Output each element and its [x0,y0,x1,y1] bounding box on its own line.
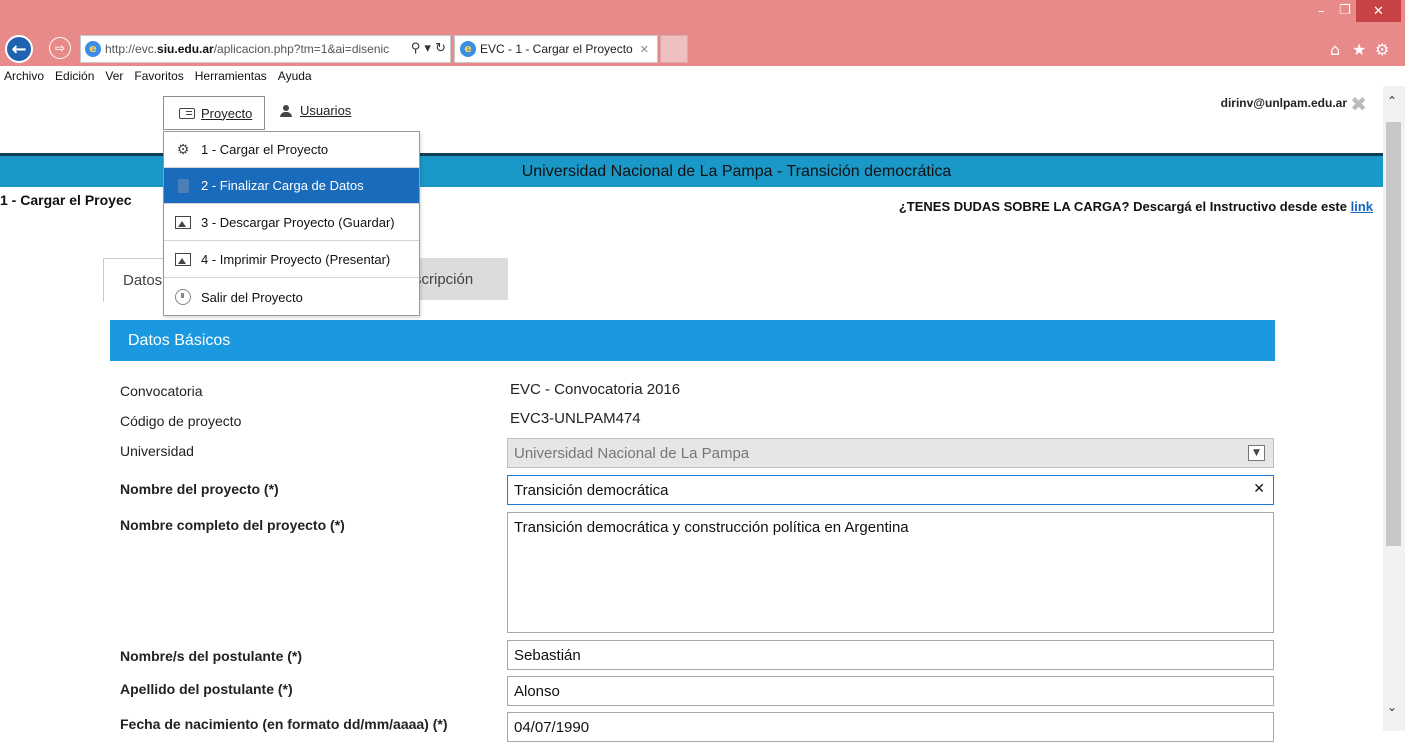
forward-arrow-icon[interactable]: ⇨ [49,37,71,59]
tab-close-icon[interactable]: ✕ [640,43,649,56]
menu-item-descargar-proyecto[interactable]: 3 - Descargar Proyecto (Guardar) [164,205,419,241]
window-close-icon[interactable]: ✕ [1356,0,1401,22]
minimize-icon[interactable]: – [1318,4,1325,19]
menu-item-label: 1 - Cargar el Proyecto [201,142,329,157]
favorites-star-icon[interactable]: ★ [1352,40,1366,59]
scroll-down-icon[interactable]: ⌄ [1387,700,1397,714]
tools-gear-icon[interactable]: ⚙ [1375,40,1389,59]
menu-ayuda[interactable]: Ayuda [278,69,312,83]
nombre-completo-textarea[interactable]: Transición democrática y construcción po… [507,512,1274,633]
menu-edicion[interactable]: Edición [55,69,94,83]
new-tab-button[interactable] [660,35,688,63]
nombre-input[interactable]: Transición democrática ✕ [507,475,1274,505]
apellido-input[interactable]: Alonso [507,676,1274,706]
tab-title: EVC - 1 - Cargar el Proyecto [480,42,633,56]
usuarios-label: Usuarios [300,103,352,118]
url-path: /aplicacion.php?tm=1&ai=disenic [213,42,390,56]
fecha-nacimiento-label: Fecha de nacimiento (en formato dd/mm/aa… [120,716,448,732]
chevron-down-icon[interactable]: ▼ [1248,445,1265,461]
universidad-select[interactable]: Universidad Nacional de La Pampa ▼ [507,438,1274,468]
gear-icon: ⚙ [176,141,190,158]
nombre-label: Nombre del proyecto (*) [120,481,279,497]
restore-icon[interactable]: ❐ [1339,3,1351,18]
help-text: ¿TENES DUDAS SOBRE LA CARGA? Descargá el… [898,199,1351,214]
menu-favoritos[interactable]: Favoritos [134,69,183,83]
document-icon [175,178,191,194]
ie-logo-icon: e [85,41,101,57]
image-icon [175,215,191,231]
url-prefix: http://evc. [105,42,158,56]
section-header: Datos Básicos [110,320,1275,361]
instructivo-link[interactable]: link [1351,199,1373,214]
logout-icon[interactable]: ✖ [1350,92,1367,116]
user-email: dirinv@unlpam.edu.ar [1220,96,1347,110]
menu-item-label: 4 - Imprimir Proyecto (Presentar) [201,252,391,267]
search-refresh-icons[interactable]: ⚲ ▾ ↻ [411,41,446,56]
menu-item-salir-proyecto[interactable]: Salir del Proyecto [164,279,419,315]
image-icon [175,252,191,268]
menu-ver[interactable]: Ver [105,69,123,83]
usuarios-menu-button[interactable]: Usuarios [280,103,351,118]
proyecto-dropdown-menu: ⚙ 1 - Cargar el Proyecto 2 - Finalizar C… [163,131,420,316]
scroll-up-icon[interactable]: ⌃ [1387,94,1397,108]
scrollbar-thumb[interactable] [1386,122,1401,546]
project-card-icon [179,107,195,119]
ie-logo-icon: e [460,41,476,57]
universidad-label: Universidad [120,443,194,459]
nombre-postulante-label: Nombre/s del postulante (*) [120,648,303,664]
user-icon [280,104,292,117]
browser-tab[interactable]: e EVC - 1 - Cargar el Proyecto ✕ [454,35,658,63]
menu-archivo[interactable]: Archivo [4,69,44,83]
url-domain: siu.edu.ar [157,42,214,56]
menu-herramientas[interactable]: Herramientas [195,69,267,83]
apellido-label: Apellido del postulante (*) [120,681,293,697]
clear-icon[interactable]: ✕ [1253,481,1265,497]
help-notice: ¿TENES DUDAS SOBRE LA CARGA? Descargá el… [899,199,1373,214]
proyecto-menu-button[interactable]: Proyecto [163,96,265,130]
exit-icon [175,289,191,305]
page-title: 1 - Cargar el Proyec [0,192,132,208]
address-bar[interactable]: e http://evc. siu.edu.ar/aplicacion.php?t… [80,35,451,63]
menu-item-label: 3 - Descargar Proyecto (Guardar) [201,215,395,230]
browser-menubar: Archivo Edición Ver Favoritos Herramient… [0,66,1405,86]
banner-text: Universidad Nacional de La Pampa - Trans… [521,162,952,180]
convocatoria-value: EVC - Convocatoria 2016 [510,381,681,398]
convocatoria-label: Convocatoria [120,383,203,399]
codigo-label: Código de proyecto [120,413,242,429]
nombre-postulante-input[interactable]: Sebastián [507,640,1274,670]
menu-item-finalizar-carga[interactable]: 2 - Finalizar Carga de Datos [164,168,419,204]
nombre-input-value: Transición democrática [514,482,669,499]
fecha-nacimiento-input[interactable]: 04/07/1990 [507,712,1274,742]
menu-item-label: Salir del Proyecto [201,289,303,305]
universidad-select-value: Universidad Nacional de La Pampa [514,445,750,462]
codigo-value: EVC3-UNLPAM474 [510,410,641,427]
proyecto-label: Proyecto [201,105,253,121]
home-icon[interactable]: ⌂ [1330,40,1340,59]
nombre-completo-label: Nombre completo del proyecto (*) [120,517,345,533]
menu-item-label: 2 - Finalizar Carga de Datos [201,178,364,193]
back-arrow-icon[interactable]: ← [5,35,33,63]
menu-item-cargar-proyecto[interactable]: ⚙ 1 - Cargar el Proyecto [164,132,419,168]
menu-item-imprimir-proyecto[interactable]: 4 - Imprimir Proyecto (Presentar) [164,242,419,278]
